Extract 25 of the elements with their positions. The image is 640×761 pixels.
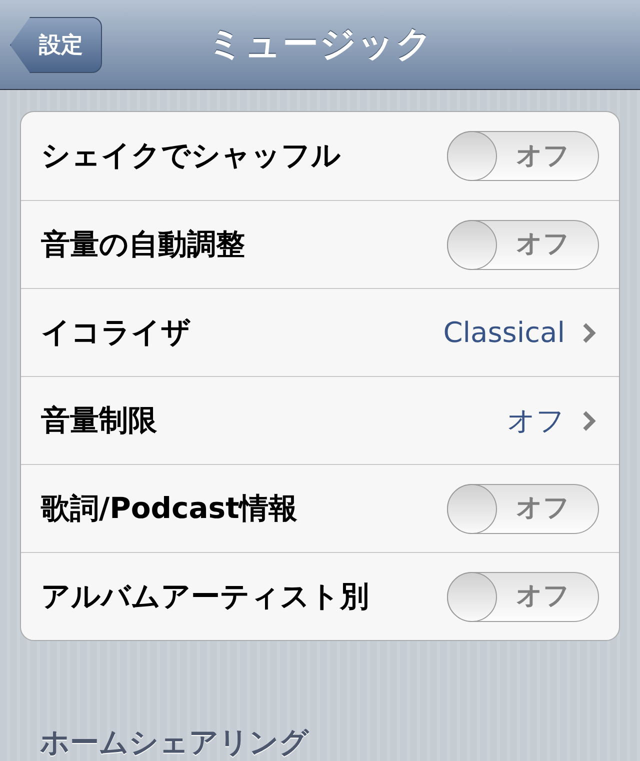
back-button[interactable]: 設定 <box>10 17 102 73</box>
setting-label: 歌詞/Podcast情報 <box>41 490 298 527</box>
setting-label: 音量の自動調整 <box>41 226 246 263</box>
toggle-switch[interactable]: オフ <box>447 484 599 534</box>
toggle-knob <box>447 484 497 534</box>
toggle-state-text: オフ <box>516 492 570 525</box>
toggle-switch[interactable]: オフ <box>447 131 599 181</box>
setting-value: Classical <box>443 314 565 350</box>
toggle-knob <box>447 572 497 622</box>
section-header: ホームシェアリング <box>39 724 310 761</box>
toggle-switch[interactable]: オフ <box>447 220 599 270</box>
screen-title: ミュージック <box>206 22 434 66</box>
toggle-state-text: オフ <box>516 580 570 613</box>
setting-value: オフ <box>507 402 565 438</box>
toggle-knob <box>447 220 497 270</box>
setting-label: アルバムアーティスト別 <box>41 578 370 615</box>
toggle-switch[interactable]: オフ <box>447 572 599 622</box>
setting-label: イコライザ <box>41 314 192 351</box>
toggle-state-text: オフ <box>516 140 570 172</box>
chevron-icon <box>583 322 597 342</box>
toggle-knob <box>447 131 497 181</box>
toggle-state-text: オフ <box>516 228 570 261</box>
chevron-icon <box>583 410 597 430</box>
setting-label: シェイクでシャッフル <box>41 137 342 174</box>
setting-label: 音量制限 <box>41 402 158 439</box>
